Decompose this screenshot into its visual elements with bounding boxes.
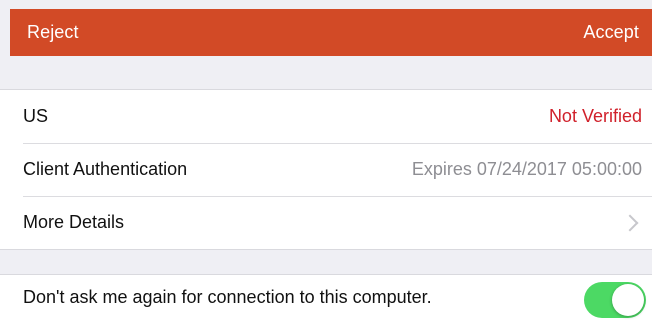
toggle-knob [612,283,644,316]
section-spacer [0,56,652,89]
certificate-subject: US [23,106,49,126]
more-details-label: More Details [23,212,125,232]
dont-ask-again-row: Don't ask me again for connection to thi… [0,274,652,320]
certificate-info-list: US Not Verified Client Authentication Ex… [0,89,652,250]
dont-ask-again-toggle[interactable] [584,281,646,318]
certificate-expiry: Expires 07/24/2017 05:00:00 [411,159,642,179]
certificate-purpose: Client Authentication [23,159,188,179]
dont-ask-again-label: Don't ask me again for connection to thi… [23,287,432,307]
action-bar: Reject Accept [10,9,652,56]
accept-button[interactable]: Accept [583,22,639,43]
reject-button[interactable]: Reject [27,22,79,43]
certificate-subject-row: US Not Verified [0,90,652,143]
chevron-right-icon [621,214,639,231]
verification-status: Not Verified [548,106,642,126]
certificate-purpose-row: Client Authentication Expires 07/24/2017… [0,143,652,196]
more-details-row[interactable]: More Details [0,196,652,249]
